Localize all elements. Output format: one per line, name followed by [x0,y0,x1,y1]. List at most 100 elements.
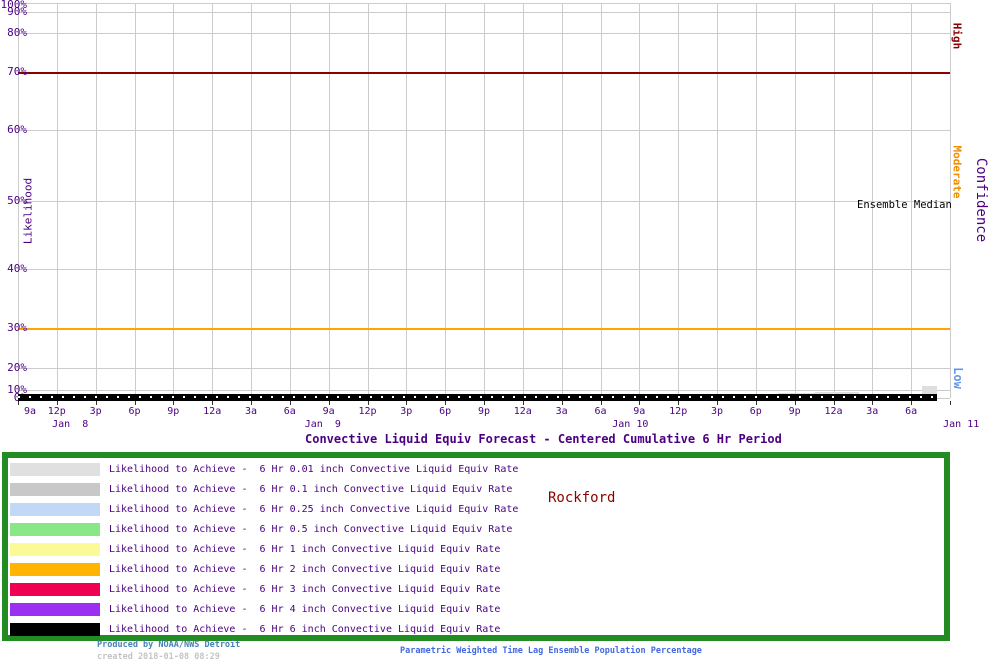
v-gridline [134,3,136,398]
v-gridline [328,3,330,398]
v-gridline [445,3,447,398]
legend-row: Likelihood to Achieve - 6 Hr 4 inch Conv… [8,599,944,619]
x-tick-label: 9p [167,406,180,417]
y-tick-label: 70% [7,65,27,79]
x-tick-label: 6a [905,406,918,417]
legend-row: Likelihood to Achieve - 6 Hr 0.1 inch Co… [8,479,944,499]
x-tick-label: 12a [824,406,843,417]
v-gridline [600,3,602,398]
legend-swatch [10,582,100,596]
site-label: Rockford [548,490,616,506]
created-timestamp-text: created 2018-01-08 08:29 [97,652,220,662]
legend-label: Likelihood to Achieve - 6 Hr 0.01 inch C… [109,463,519,475]
legend-row: Likelihood to Achieve - 6 Hr 1 inch Conv… [8,539,944,559]
legend-row: Likelihood to Achieve - 6 Hr 3 inch Conv… [8,579,944,599]
ensemble-median-annotation: Ensemble Median [857,199,952,211]
v-gridline [755,3,757,398]
v-gridline [56,3,58,398]
x-tick-label: 6p [128,406,141,417]
legend-swatch [10,602,100,616]
x-tick-mark [445,401,447,405]
x-tick-mark [911,401,913,405]
legend-swatch [10,482,100,496]
v-gridline [173,3,175,398]
x-tick-mark [251,401,252,405]
x-axis-tick-dashes [18,396,937,398]
x-tick-label: 9p [477,406,491,417]
x-tick-label: 12p [47,406,66,417]
legend-swatch [10,502,100,516]
v-gridline [251,3,252,398]
x-tick-mark [289,401,291,405]
legend-swatch [10,522,100,536]
v-gridline [406,3,408,398]
x-tick-mark [212,401,214,405]
legend-rows: Likelihood to Achieve - 6 Hr 0.01 inch C… [8,458,944,639]
y-tick-label: 30% [7,321,27,335]
legend-row: Likelihood to Achieve - 6 Hr 0.01 inch C… [8,459,944,479]
x-tick-mark [950,401,951,405]
confidence-zone-label-moderate: Moderate [950,145,964,199]
legend-box: Likelihood to Achieve - 6 Hr 0.01 inch C… [2,452,950,641]
legend-label: Likelihood to Achieve - 6 Hr 4 inch Conv… [109,603,501,615]
y-tick-label: 80% [7,26,27,39]
y-axis-title: Likelihood [21,177,35,245]
legend-label: Likelihood to Achieve - 6 Hr 3 inch Conv… [109,583,501,595]
v-gridline [484,3,485,398]
x-tick-mark [406,401,408,405]
right-axis-title: Confidence [973,157,989,243]
x-date-label: Jan 10 [612,419,649,430]
y-tick-label: 60% [7,123,27,137]
x-tick-mark [134,401,136,405]
x-tick-mark [522,401,524,405]
x-tick-mark [678,401,680,405]
x-tick-mark [367,401,369,405]
v-gridline [95,3,97,398]
x-tick-label: 9a [633,406,646,417]
x-tick-mark [56,401,58,405]
plot-area [18,3,951,399]
x-tick-mark [328,401,330,405]
x-tick-label: 12a [513,406,532,417]
x-tick-label: 12p [358,406,377,417]
x-tick-label: 12a [203,406,222,417]
legend-label: Likelihood to Achieve - 6 Hr 0.1 inch Co… [109,483,513,495]
x-tick-label: 3a [555,406,568,417]
v-gridline [289,3,291,398]
legend-swatch [10,462,100,476]
produced-by-text: Produced by NOAA/NWS Detroit [97,640,241,650]
x-tick-mark [484,401,485,405]
x-tick-mark [872,401,874,405]
x-tick-mark [794,401,796,405]
x-tick-label: 6p [439,406,452,417]
x-tick-mark [173,401,175,405]
x-tick-mark [717,401,718,405]
legend-swatch [10,562,100,576]
legend-row: Likelihood to Achieve - 6 Hr 0.5 inch Co… [8,519,944,539]
legend-label: Likelihood to Achieve - 6 Hr 2 inch Conv… [109,563,501,575]
forecast-graphic-page: 0%10%20%30%40%50%60%70%80%90%100% 9a12p3… [0,0,1000,670]
y-tick-label: 20% [7,361,27,374]
x-tick-mark [600,401,602,405]
y-tick-label: 100% [0,0,28,11]
x-tick-label: 3p [400,406,413,417]
legend-label: Likelihood to Achieve - 6 Hr 6 inch Conv… [109,623,501,635]
x-tick-mark [639,401,641,405]
x-date-label: Jan 8 [52,419,89,430]
x-tick-label: 9p [788,406,801,417]
legend-row: Likelihood to Achieve - 6 Hr 6 inch Conv… [8,619,944,639]
series-segment [922,385,937,394]
method-text: Parametric Weighted Time Lag Ensemble Po… [400,646,702,656]
legend-label: Likelihood to Achieve - 6 Hr 1 inch Conv… [109,543,501,555]
v-gridline [794,3,796,398]
confidence-zone-label-high: High [950,22,964,50]
x-tick-label: 6a [594,406,607,417]
v-gridline [717,3,718,398]
x-tick-label: 6p [749,406,762,417]
x-tick-label: 6a [283,406,296,417]
x-tick-label: 3a [866,406,879,417]
legend-label: Likelihood to Achieve - 6 Hr 0.25 inch C… [109,503,519,515]
x-axis-zero-band [18,394,937,401]
v-gridline [678,3,680,398]
y-tick-label: 40% [7,261,27,275]
